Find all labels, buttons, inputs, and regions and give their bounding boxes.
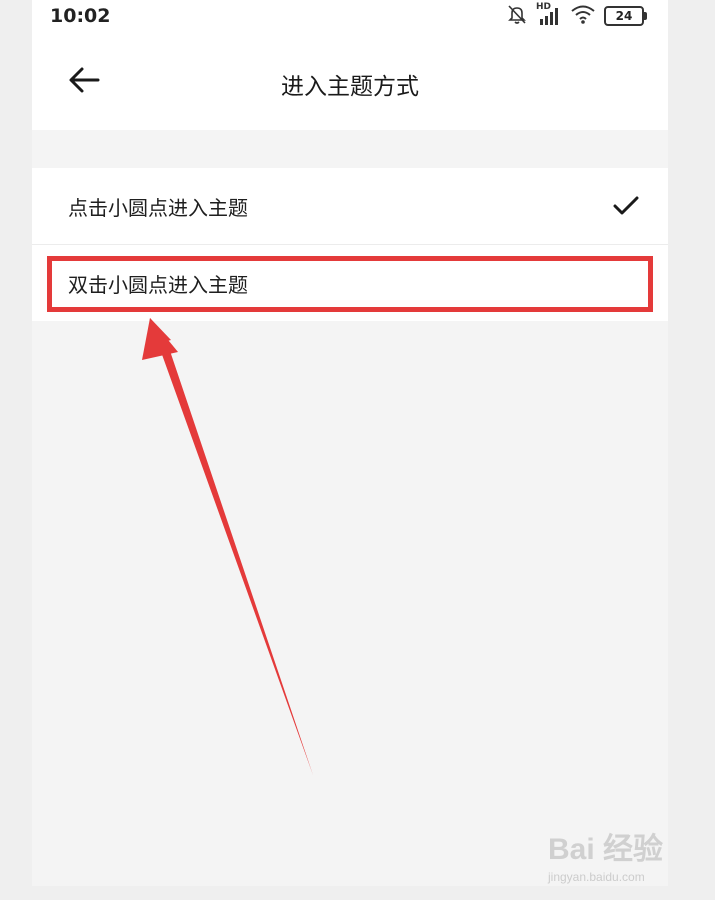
page-title: 进入主题方式 [281,74,419,100]
option-label: 点击小圆点进入主题 [68,195,248,220]
phone-screen: 10:02 HD 24 进入主题方式 点击小圆点进入主题 双击小圆点进入主题 [32,0,668,886]
option-label: 双击小圆点进入主题 [68,272,248,297]
checkmark-icon [612,194,640,223]
battery-icon: 24 [604,6,647,26]
wifi-icon [570,3,596,29]
page-header: 进入主题方式 [32,34,668,130]
status-time: 10:02 [50,5,111,27]
watermark-logo: Bai 经验 [548,833,664,866]
watermark-url: jingyan.baidu.com [548,870,645,884]
status-icons: HD 24 [506,2,647,29]
watermark: Bai 经验 jingyan.baidu.com [548,824,688,888]
option-double-tap[interactable]: 双击小圆点进入主题 [32,245,668,321]
signal-icon: HD [536,2,562,27]
options-list: 点击小圆点进入主题 双击小圆点进入主题 [32,168,668,321]
option-single-tap[interactable]: 点击小圆点进入主题 [32,168,668,244]
bell-off-icon [506,3,528,29]
status-bar: 10:02 HD 24 [32,0,668,34]
